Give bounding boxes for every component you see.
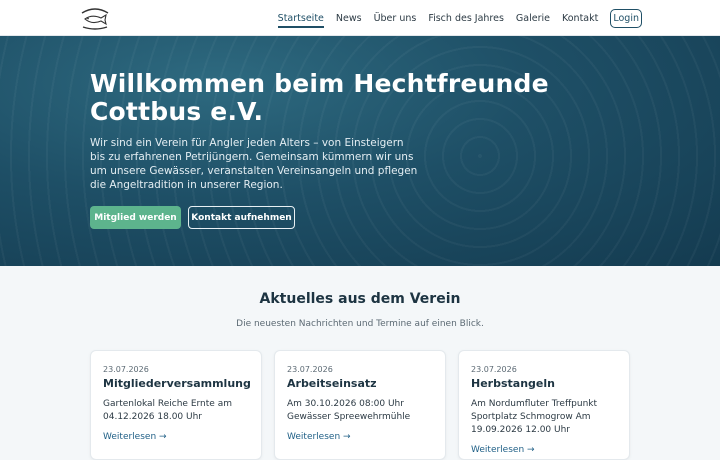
login-button[interactable]: Login: [610, 8, 642, 28]
nav-news[interactable]: News: [336, 9, 362, 28]
news-date: 23.07.2026: [103, 365, 149, 374]
hero-banner: Willkommen beim Hechtfreunde Cottbus e.V…: [0, 36, 720, 266]
news-section-title: Aktuelles aus dem Verein: [259, 291, 461, 307]
main-nav: Startseite News Über uns Fisch des Jahre…: [277, 0, 642, 36]
become-member-button[interactable]: Mitglied werden: [90, 206, 181, 229]
hero-description: Wir sind ein Verein für Angler jeden Alt…: [90, 137, 418, 191]
read-more-link[interactable]: Weiterlesen →: [287, 432, 351, 442]
news-title: Arbeitseinsatz: [287, 377, 377, 390]
contact-button[interactable]: Kontakt aufnehmen: [188, 206, 295, 229]
site-header: Startseite News Über uns Fisch des Jahre…: [0, 0, 720, 36]
news-title: Mitgliederversammlung: [103, 377, 251, 390]
news-date: 23.07.2026: [287, 365, 333, 374]
hero-title: Willkommen beim Hechtfreunde Cottbus e.V…: [90, 69, 549, 126]
news-body: Am 30.10.2026 08:00 Uhr Gewässer Spreewe…: [287, 399, 411, 422]
nav-ueber-uns[interactable]: Über uns: [374, 9, 417, 28]
news-title: Herbstangeln: [471, 377, 555, 390]
news-body: Am Nordumfluter Treffpunkt Sportplatz Sc…: [471, 399, 598, 435]
read-more-link[interactable]: Weiterlesen →: [103, 432, 167, 442]
nav-kontakt[interactable]: Kontakt: [562, 9, 598, 28]
news-date: 23.07.2026: [471, 365, 517, 374]
club-logo[interactable]: [79, 3, 111, 33]
news-section-subtitle: Die neuesten Nachrichten und Termine auf…: [236, 319, 484, 329]
news-card[interactable]: 23.07.2026 Mitgliederversammlung Gartenl…: [90, 350, 262, 460]
read-more-link[interactable]: Weiterlesen →: [471, 445, 535, 455]
news-body: Gartenlokal Reiche Ernte am 04.12.2026 1…: [103, 399, 232, 422]
news-card[interactable]: 23.07.2026 Arbeitseinsatz Am 30.10.2026 …: [274, 350, 446, 460]
nav-fisch-des-jahres[interactable]: Fisch des Jahres: [428, 9, 504, 28]
news-card[interactable]: 23.07.2026 Herbstangeln Am Nordumfluter …: [458, 350, 630, 460]
nav-startseite[interactable]: Startseite: [277, 9, 324, 28]
nav-galerie[interactable]: Galerie: [516, 9, 550, 28]
